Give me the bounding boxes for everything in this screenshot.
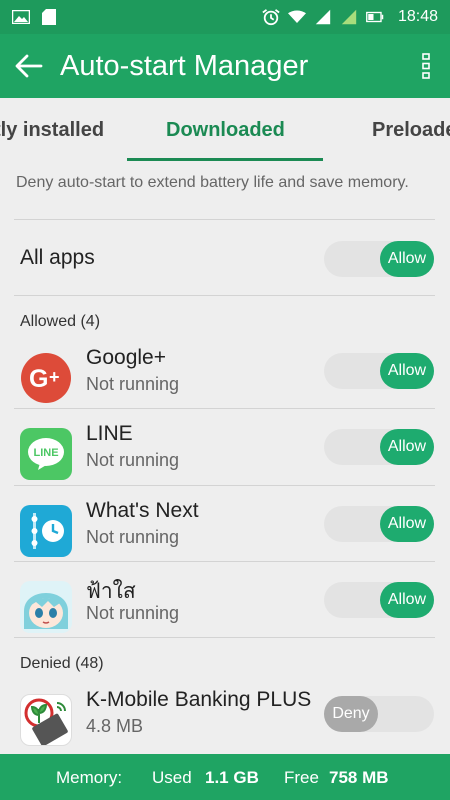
- k-mobile-banking-icon: [20, 694, 72, 746]
- wifi-icon: [287, 9, 306, 25]
- app-toggle[interactable]: Allow: [324, 582, 434, 618]
- app-name: Google+: [86, 346, 166, 369]
- app-row[interactable]: K-Mobile Banking PLUS 4.8 MB Deny: [0, 684, 450, 760]
- app-row[interactable]: ฟ้าใส Not running Allow: [0, 571, 450, 647]
- toggle-knob: Allow: [380, 241, 434, 277]
- anime-character-icon: [20, 581, 72, 633]
- memory-free-value: 758 MB: [329, 768, 389, 787]
- svg-text:LINE: LINE: [33, 447, 58, 459]
- app-status: Not running: [86, 374, 180, 394]
- all-apps-toggle[interactable]: Allow: [324, 241, 434, 277]
- app-status: 4.8 MB: [86, 716, 144, 736]
- app-row[interactable]: What's Next Not running Allow: [0, 495, 450, 571]
- app-name: What's Next: [86, 499, 199, 522]
- divider: [14, 485, 435, 486]
- app-row[interactable]: G + Google+ Not running Allow: [0, 342, 450, 418]
- svg-text:+: +: [49, 367, 60, 387]
- divider: [14, 219, 435, 220]
- line-icon: LINE: [20, 428, 72, 480]
- app-row[interactable]: LINE LINE Not running Allow: [0, 418, 450, 494]
- battery-icon: [366, 9, 384, 25]
- section-label-denied: Denied (48): [20, 655, 104, 672]
- toggle-knob: Allow: [380, 582, 434, 618]
- toggle-knob: Allow: [380, 353, 434, 389]
- divider: [14, 561, 435, 562]
- memory-free-label: Free: [284, 768, 319, 787]
- toggle-knob: Allow: [380, 429, 434, 465]
- app-name: K-Mobile Banking PLUS: [86, 688, 312, 711]
- tab-bar: tly installed Downloaded Preloade: [0, 98, 450, 162]
- back-button[interactable]: [0, 34, 58, 98]
- tab-recently-installed[interactable]: tly installed: [0, 98, 104, 162]
- divider: [14, 408, 435, 409]
- svg-text:G: G: [29, 365, 48, 393]
- app-bar: Auto-start Manager: [0, 34, 450, 98]
- app-status: Not running: [86, 527, 180, 547]
- page-title: Auto-start Manager: [60, 49, 309, 82]
- divider: [14, 295, 435, 296]
- signal-icon-2: [340, 9, 358, 25]
- hint-text: Deny auto-start to extend battery life a…: [16, 174, 409, 191]
- divider: [14, 637, 435, 638]
- back-arrow-icon: [15, 54, 43, 78]
- app-toggle[interactable]: Allow: [324, 353, 434, 389]
- memory-used-value: 1.1 GB: [205, 768, 259, 787]
- memory-label: Memory:: [56, 768, 123, 787]
- toggle-knob: Deny: [324, 696, 378, 732]
- more-vertical-icon: [422, 53, 430, 79]
- tab-indicator: [127, 158, 323, 161]
- all-apps-label: All apps: [20, 246, 95, 269]
- app-toggle[interactable]: Allow: [324, 506, 434, 542]
- app-toggle[interactable]: Allow: [324, 429, 434, 465]
- image-icon: [12, 9, 30, 25]
- sd-card-icon: [40, 9, 58, 25]
- google-plus-icon: G +: [20, 352, 72, 404]
- memory-status-bar: Memory: Used 1.1 GB Free 758 MB: [0, 754, 450, 800]
- app-status: Not running: [86, 450, 180, 470]
- whats-next-icon: [20, 505, 72, 557]
- app-status: Not running: [86, 603, 180, 623]
- status-time: 18:48: [397, 8, 438, 25]
- memory-used-label: Used: [152, 768, 192, 787]
- tab-downloaded[interactable]: Downloaded: [166, 98, 285, 162]
- tab-preloaded[interactable]: Preloade: [372, 98, 450, 162]
- app-name: LINE: [86, 422, 133, 445]
- app-toggle[interactable]: Deny: [324, 696, 434, 732]
- overflow-menu-button[interactable]: [402, 34, 450, 98]
- toggle-knob: Allow: [380, 506, 434, 542]
- section-label-allowed: Allowed (4): [20, 313, 101, 330]
- signal-icon-1: [314, 9, 332, 25]
- status-bar: 18:48: [0, 0, 450, 34]
- alarm-icon: [262, 9, 280, 26]
